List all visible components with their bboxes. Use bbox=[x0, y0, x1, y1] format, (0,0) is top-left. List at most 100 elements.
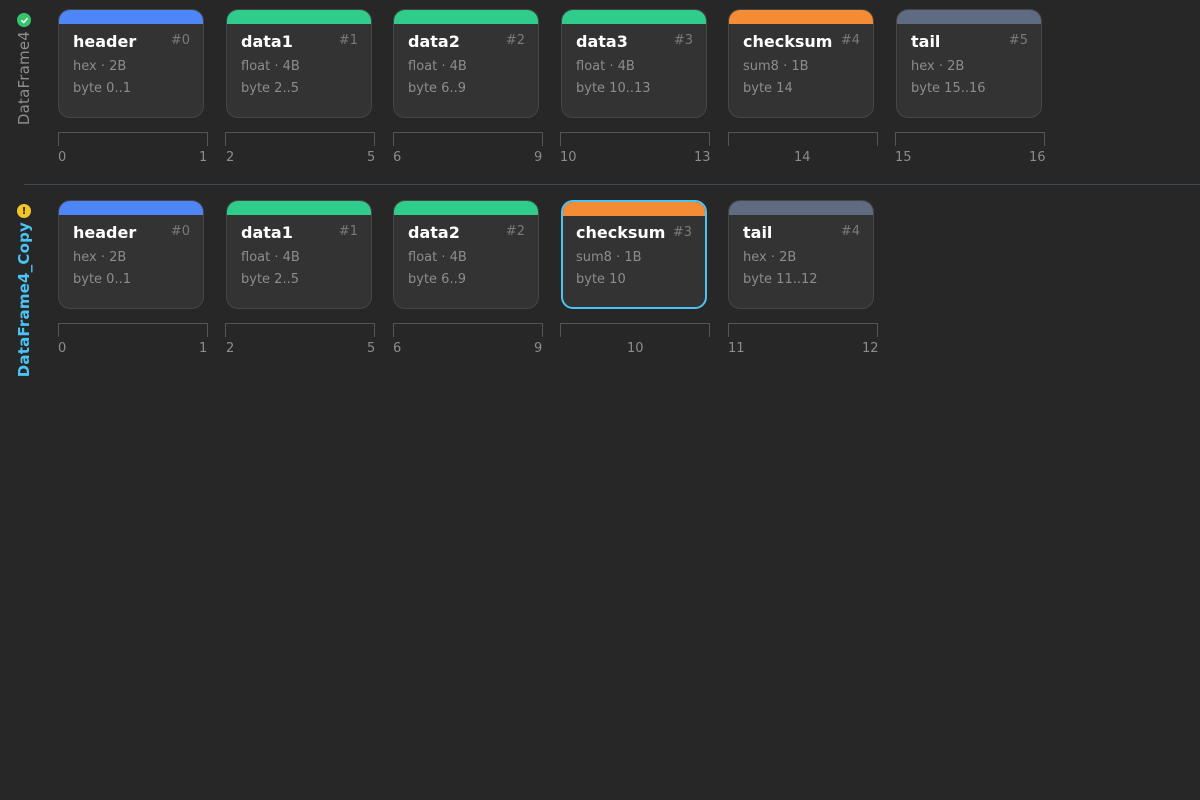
frame-name: DataFrame4 bbox=[15, 31, 33, 126]
byte-ruler bbox=[895, 132, 1045, 146]
byte-ruler bbox=[728, 323, 878, 337]
byte-ruler bbox=[560, 132, 710, 146]
byte-ruler bbox=[728, 132, 878, 146]
byte-tick-end: 1 bbox=[199, 150, 208, 165]
frame-label[interactable]: ! DataFrame4_Copy bbox=[4, 204, 44, 377]
field-index: #0 bbox=[170, 33, 190, 48]
byte-ruler bbox=[560, 323, 710, 337]
field-byte-range: byte 14 bbox=[743, 81, 793, 96]
byte-tick-end: 12 bbox=[862, 341, 879, 356]
field-card[interactable]: checksum #4 sum8 · 1B byte 14 bbox=[728, 9, 874, 118]
frame-label[interactable]: DataFrame4 bbox=[4, 13, 44, 125]
field-title: data2 bbox=[408, 32, 460, 51]
field-card[interactable]: data2 #2 float · 4B byte 6..9 bbox=[393, 9, 539, 118]
byte-tick-end: 9 bbox=[534, 341, 543, 356]
field-title: tail bbox=[911, 32, 941, 51]
byte-tick-end: 9 bbox=[534, 150, 543, 165]
field-color-bar bbox=[59, 201, 203, 215]
byte-tick-single: 14 bbox=[794, 150, 811, 165]
field-index: #1 bbox=[338, 33, 358, 48]
field-title: data1 bbox=[241, 223, 293, 242]
byte-tick-start: 0 bbox=[58, 341, 67, 356]
field-color-bar bbox=[729, 10, 873, 24]
byte-tick-single: 10 bbox=[627, 341, 644, 356]
field-index: #3 bbox=[672, 225, 692, 240]
field-type: sum8 · 1B bbox=[576, 250, 642, 265]
byte-ruler bbox=[393, 132, 543, 146]
field-color-bar bbox=[227, 201, 371, 215]
field-title: header bbox=[73, 32, 137, 51]
field-byte-range: byte 0..1 bbox=[73, 81, 131, 96]
byte-tick-start: 2 bbox=[226, 341, 235, 356]
frame-row-dataframe4: DataFrame4 header #0 hex · 2B byte 0..1 … bbox=[0, 9, 1200, 179]
byte-tick-start: 6 bbox=[393, 341, 402, 356]
byte-tick-end: 1 bbox=[199, 341, 208, 356]
byte-tick-start: 10 bbox=[560, 150, 577, 165]
field-index: #0 bbox=[170, 224, 190, 239]
field-card[interactable]: header #0 hex · 2B byte 0..1 bbox=[58, 200, 204, 309]
field-color-bar bbox=[394, 10, 538, 24]
field-title: data2 bbox=[408, 223, 460, 242]
byte-tick-start: 6 bbox=[393, 150, 402, 165]
field-byte-range: byte 6..9 bbox=[408, 81, 466, 96]
byte-tick-end: 13 bbox=[694, 150, 711, 165]
field-color-bar bbox=[563, 202, 705, 216]
byte-ruler bbox=[58, 323, 208, 337]
field-color-bar bbox=[562, 10, 706, 24]
field-title: data3 bbox=[576, 32, 628, 51]
byte-tick-end: 16 bbox=[1029, 150, 1046, 165]
field-index: #5 bbox=[1008, 33, 1028, 48]
byte-ruler bbox=[225, 323, 375, 337]
field-byte-range: byte 11..12 bbox=[743, 272, 818, 287]
byte-tick-end: 5 bbox=[367, 150, 376, 165]
field-index: #2 bbox=[505, 33, 525, 48]
byte-tick-start: 11 bbox=[728, 341, 745, 356]
frame-layout-canvas: DataFrame4 header #0 hex · 2B byte 0..1 … bbox=[0, 0, 1200, 800]
field-title: tail bbox=[743, 223, 773, 242]
field-type: hex · 2B bbox=[73, 250, 127, 265]
field-type: hex · 2B bbox=[743, 250, 797, 265]
byte-tick-end: 5 bbox=[367, 341, 376, 356]
field-type: float · 4B bbox=[576, 59, 635, 74]
field-color-bar bbox=[394, 201, 538, 215]
field-type: hex · 2B bbox=[73, 59, 127, 74]
field-card[interactable]: tail #5 hex · 2B byte 15..16 bbox=[896, 9, 1042, 118]
byte-tick-start: 15 bbox=[895, 150, 912, 165]
field-title: checksum bbox=[743, 32, 833, 51]
field-byte-range: byte 0..1 bbox=[73, 272, 131, 287]
frame-divider bbox=[24, 184, 1200, 185]
field-type: sum8 · 1B bbox=[743, 59, 809, 74]
field-card[interactable]: data1 #1 float · 4B byte 2..5 bbox=[226, 200, 372, 309]
byte-tick-start: 2 bbox=[226, 150, 235, 165]
field-title: checksum bbox=[576, 223, 666, 242]
field-byte-range: byte 15..16 bbox=[911, 81, 986, 96]
warning-circle-icon: ! bbox=[17, 204, 31, 218]
field-color-bar bbox=[227, 10, 371, 24]
byte-ruler bbox=[393, 323, 543, 337]
field-color-bar bbox=[729, 201, 873, 215]
field-type: float · 4B bbox=[241, 59, 300, 74]
field-type: hex · 2B bbox=[911, 59, 965, 74]
field-type: float · 4B bbox=[408, 59, 467, 74]
field-index: #4 bbox=[840, 33, 860, 48]
field-color-bar bbox=[59, 10, 203, 24]
field-index: #3 bbox=[673, 33, 693, 48]
field-byte-range: byte 2..5 bbox=[241, 81, 299, 96]
byte-ruler bbox=[58, 132, 208, 146]
field-card[interactable]: data1 #1 float · 4B byte 2..5 bbox=[226, 9, 372, 118]
check-circle-icon bbox=[17, 13, 31, 27]
field-byte-range: byte 10..13 bbox=[576, 81, 651, 96]
field-card[interactable]: data2 #2 float · 4B byte 6..9 bbox=[393, 200, 539, 309]
frame-row-dataframe4-copy: ! DataFrame4_Copy header #0 hex · 2B byt… bbox=[0, 200, 1200, 377]
field-index: #1 bbox=[338, 224, 358, 239]
field-color-bar bbox=[897, 10, 1041, 24]
field-byte-range: byte 6..9 bbox=[408, 272, 466, 287]
field-byte-range: byte 10 bbox=[576, 272, 626, 287]
field-card[interactable]: data3 #3 float · 4B byte 10..13 bbox=[561, 9, 707, 118]
byte-tick-start: 0 bbox=[58, 150, 67, 165]
field-title: data1 bbox=[241, 32, 293, 51]
field-card[interactable]: header #0 hex · 2B byte 0..1 bbox=[58, 9, 204, 118]
field-card[interactable]: tail #4 hex · 2B byte 11..12 bbox=[728, 200, 874, 309]
field-card-selected[interactable]: checksum #3 sum8 · 1B byte 10 bbox=[561, 200, 707, 309]
field-type: float · 4B bbox=[408, 250, 467, 265]
